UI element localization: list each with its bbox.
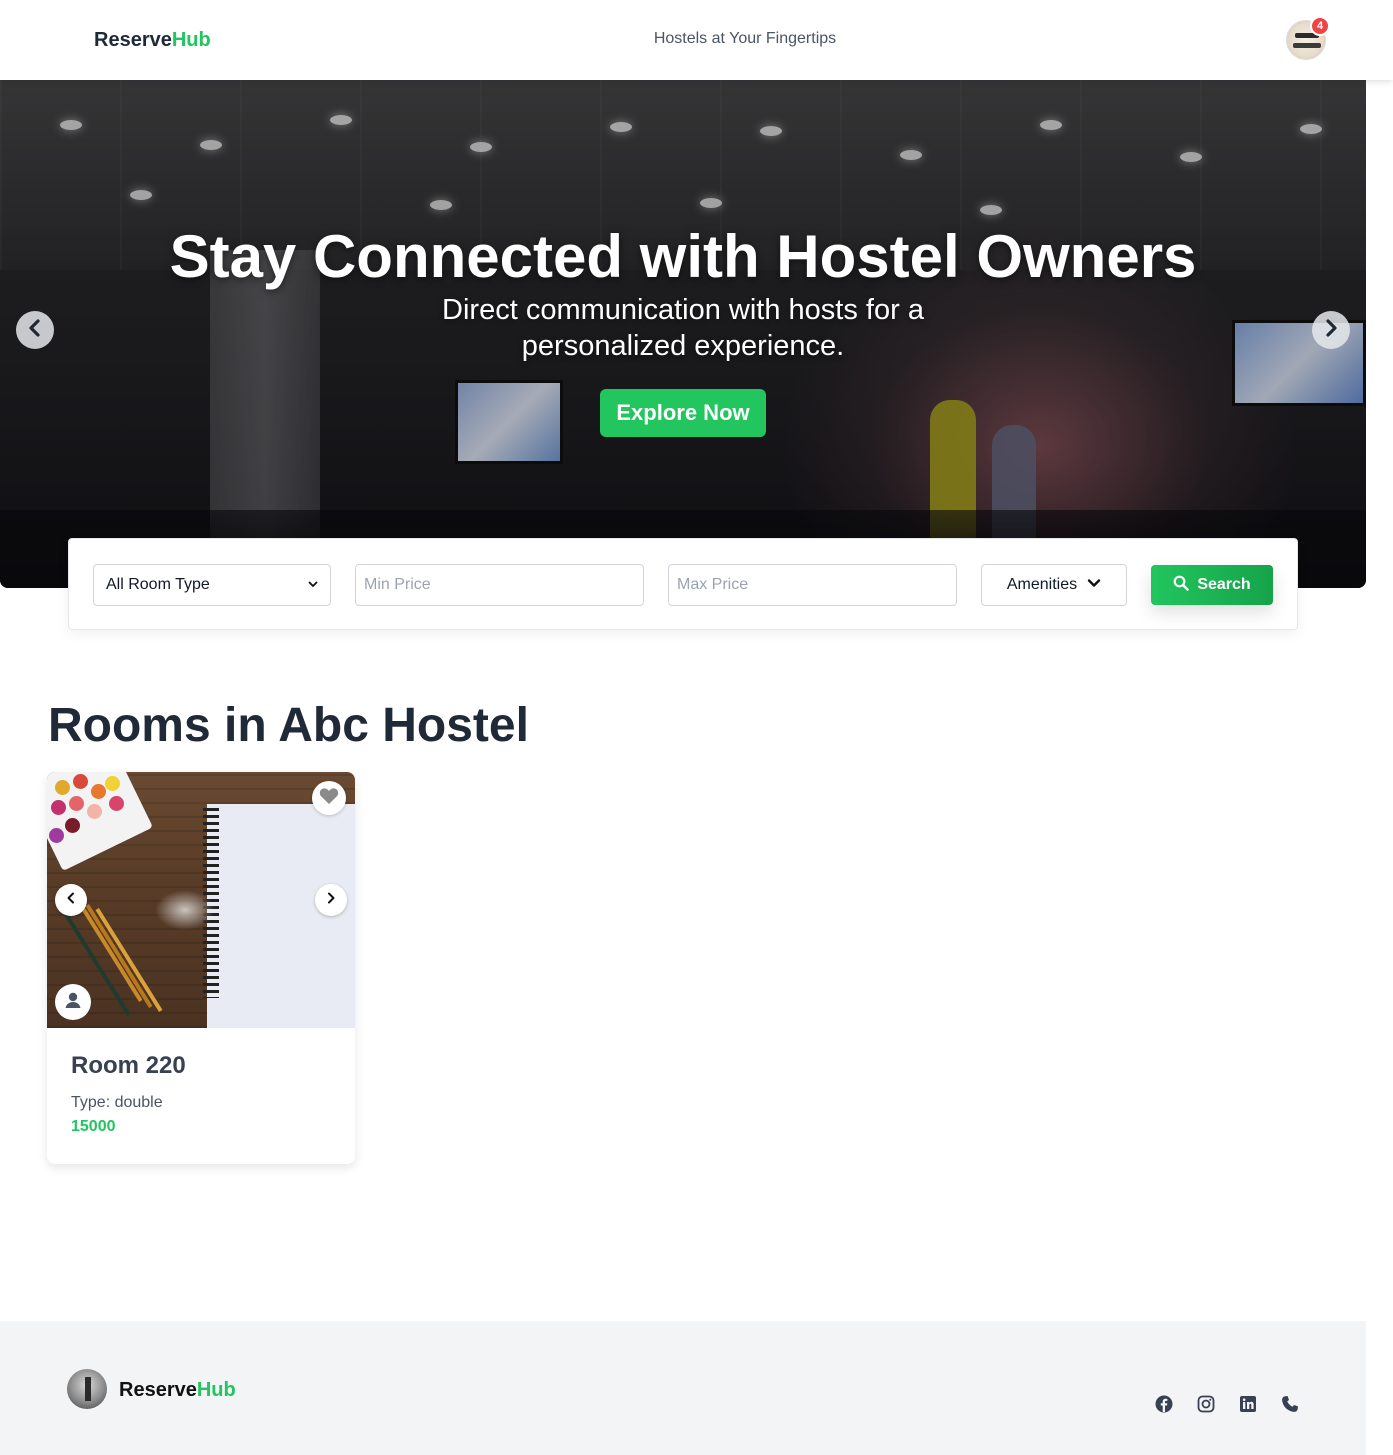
footer-brand-accent: Hub <box>196 1379 236 1401</box>
amenities-label: Amenities <box>1006 576 1078 593</box>
carousel-next-button[interactable] <box>1312 311 1350 349</box>
chevron-down-icon <box>1087 576 1101 595</box>
rooms-section-title: Rooms in Abc Hostel <box>48 699 529 752</box>
max-price-field[interactable] <box>668 564 957 606</box>
footer-logo[interactable] <box>67 1369 107 1409</box>
room-image <box>47 772 355 1028</box>
amenities-dropdown[interactable]: Amenities <box>981 564 1127 606</box>
user-icon <box>62 988 84 1016</box>
search-button[interactable]: Search <box>1151 565 1273 605</box>
chevron-left-icon <box>25 318 45 343</box>
phone-icon <box>1281 1395 1299 1418</box>
instagram-link[interactable] <box>1196 1395 1216 1418</box>
room-image-next-button[interactable] <box>315 884 347 916</box>
linkedin-link[interactable] <box>1238 1395 1258 1418</box>
room-type-select[interactable]: All Room Type <box>93 564 331 606</box>
chevron-left-icon <box>65 891 77 909</box>
room-image-prev-button[interactable] <box>55 884 87 916</box>
min-price-input[interactable] <box>364 576 635 594</box>
phone-link[interactable] <box>1280 1395 1300 1418</box>
chevron-down-icon <box>308 576 318 594</box>
top-navbar: ReserveHub Hostels at Your Fingertips 4 <box>0 0 1393 80</box>
facebook-link[interactable] <box>1154 1395 1174 1418</box>
search-icon <box>1173 575 1190 596</box>
chevron-right-icon <box>1321 318 1341 343</box>
search-button-label: Search <box>1197 576 1251 593</box>
search-filter-bar: All Room Type Amenities Search <box>68 538 1298 630</box>
footer-brand-main: Reserve <box>119 1379 197 1401</box>
carousel-prev-button[interactable] <box>16 311 54 349</box>
room-price: 15000 <box>71 1118 116 1135</box>
footer: ReserveHub <box>0 1321 1366 1455</box>
room-name: Room 220 <box>71 1052 186 1079</box>
min-price-field[interactable] <box>355 564 644 606</box>
chevron-right-icon <box>325 891 337 909</box>
room-type-selected-value: All Room Type <box>106 576 210 593</box>
linkedin-icon <box>1239 1395 1257 1418</box>
user-avatar-button[interactable]: 4 <box>1286 16 1330 60</box>
hero-subtitle: Direct communication with hosts for a pe… <box>442 294 924 362</box>
room-owner-avatar[interactable] <box>55 984 91 1020</box>
favorite-button[interactable] <box>312 781 346 815</box>
hero-title: Stay Connected with Hostel Owners <box>169 223 1197 290</box>
hero-carousel: Stay Connected with Hostel Owners Direct… <box>0 80 1366 588</box>
facebook-icon <box>1155 1395 1173 1418</box>
footer-brand[interactable]: ReserveHub <box>119 1379 236 1402</box>
room-type: Type: double <box>71 1094 163 1111</box>
heart-icon <box>319 787 339 810</box>
explore-now-button[interactable]: Explore Now <box>600 389 766 437</box>
instagram-icon <box>1197 1395 1215 1418</box>
notification-badge: 4 <box>1310 16 1330 36</box>
room-card[interactable]: Room 220 Type: double 15000 <box>47 772 355 1164</box>
max-price-input[interactable] <box>677 576 948 594</box>
header-tagline: Hostels at Your Fingertips <box>653 30 837 47</box>
